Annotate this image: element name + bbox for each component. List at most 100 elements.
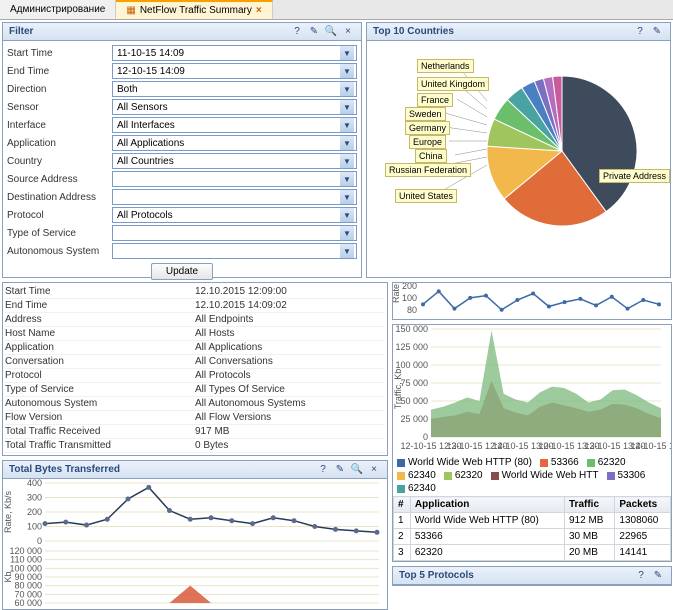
tab-admin[interactable]: Администрирование <box>0 0 116 19</box>
chevron-down-icon: ▼ <box>340 82 354 96</box>
pie-label: Europe <box>409 135 446 149</box>
update-button[interactable]: Update <box>151 263 213 280</box>
top5-title: Top 5 Protocols <box>399 570 474 581</box>
edit-icon[interactable]: ✎ <box>307 25 321 39</box>
close-icon[interactable]: × <box>367 463 381 477</box>
table-row[interactable]: 1World Wide Web HTTP (80)912 MB1308060 <box>394 513 671 529</box>
pie-label: Sweden <box>405 107 446 121</box>
chevron-down-icon: ▼ <box>340 64 354 78</box>
help-icon[interactable]: ? <box>316 463 330 477</box>
svg-text:80: 80 <box>407 305 417 315</box>
filter-row-destination-address: Destination Address ▼ <box>7 189 357 205</box>
filter-select[interactable]: All Protocols▼ <box>112 207 357 223</box>
pie-chart: NetherlandsUnited KingdomFranceSwedenGer… <box>367 41 670 261</box>
table-header: Packets <box>615 497 671 513</box>
tab-bar: Администрирование ▦ NetFlow Traffic Summ… <box>0 0 673 20</box>
filter-row-application: Application All Applications▼ <box>7 135 357 151</box>
filter-label: Interface <box>7 120 112 131</box>
chevron-down-icon: ▼ <box>340 136 354 150</box>
filter-row-protocol: Protocol All Protocols▼ <box>7 207 357 223</box>
filter-select[interactable]: 11-10-15 14:09▼ <box>112 45 357 61</box>
filter-row-sensor: Sensor All Sensors▼ <box>7 99 357 115</box>
filter-select[interactable]: ▼ <box>112 171 357 187</box>
filter-label: Sensor <box>7 102 112 113</box>
legend-item: World Wide Web HTTP (80) <box>397 457 532 468</box>
filter-label: Direction <box>7 84 112 95</box>
chevron-down-icon: ▼ <box>340 172 354 186</box>
filter-select[interactable]: All Sensors▼ <box>112 99 357 115</box>
summary-row: Host NameAll Hosts <box>5 327 385 341</box>
filter-label: Destination Address <box>7 192 112 203</box>
svg-text:100: 100 <box>27 522 42 532</box>
bytes-title: Total Bytes Transferred <box>9 464 120 475</box>
top-countries-title: Top 10 Countries <box>373 26 454 37</box>
legend-item: 62320 <box>587 457 626 468</box>
summary-row: Total Traffic Received917 MB <box>5 425 385 439</box>
svg-text:Traffic, Kb: Traffic, Kb <box>393 369 403 410</box>
svg-text:50 000: 50 000 <box>400 396 428 406</box>
svg-text:400: 400 <box>27 479 42 488</box>
filter-row-interface: Interface All Interfaces▼ <box>7 117 357 133</box>
summary-row: AddressAll Endpoints <box>5 313 385 327</box>
chevron-down-icon: ▼ <box>340 46 354 60</box>
pie-label: Private Address <box>599 169 670 183</box>
svg-text:300: 300 <box>27 493 42 503</box>
filter-row-start-time: Start Time 11-10-15 14:09▼ <box>7 45 357 61</box>
filter-select[interactable]: All Countries▼ <box>112 153 357 169</box>
filter-row-direction: Direction Both▼ <box>7 81 357 97</box>
summary-row: Total Traffic Transmitted0 Bytes <box>5 439 385 453</box>
search-icon[interactable]: 🔍 <box>350 463 364 477</box>
filter-label: Protocol <box>7 210 112 221</box>
filter-select[interactable]: 12-10-15 14:09▼ <box>112 63 357 79</box>
svg-text:75 000: 75 000 <box>400 378 428 388</box>
filter-select[interactable]: Both▼ <box>112 81 357 97</box>
pie-label: United States <box>395 189 457 203</box>
search-icon[interactable]: 🔍 <box>324 25 338 39</box>
close-icon[interactable]: × <box>341 25 355 39</box>
filter-row-type-of-service: Type of Service ▼ <box>7 225 357 241</box>
summary-panel: Start Time12.10.2015 12:09:00End Time12.… <box>2 282 388 456</box>
close-icon[interactable]: × <box>256 5 262 16</box>
help-icon[interactable]: ? <box>633 25 647 39</box>
svg-text:100 000: 100 000 <box>395 360 428 370</box>
filter-row-source-address: Source Address ▼ <box>7 171 357 187</box>
filter-select[interactable]: All Interfaces▼ <box>112 117 357 133</box>
pie-label: Russian Federation <box>385 163 471 177</box>
top-countries-panel: Top 10 Countries ? ✎ NetherlandsUnited K… <box>366 22 671 278</box>
help-icon[interactable]: ? <box>290 25 304 39</box>
edit-icon[interactable]: ✎ <box>651 569 665 583</box>
svg-text:80 000: 80 000 <box>14 581 42 591</box>
svg-text:200: 200 <box>27 507 42 517</box>
table-row[interactable]: 36232020 MB14141 <box>394 545 671 561</box>
table-row[interactable]: 25336630 MB22965 <box>394 529 671 545</box>
filter-row-end-time: End Time 12-10-15 14:09▼ <box>7 63 357 79</box>
filter-label: Type of Service <box>7 228 112 239</box>
legend-item: 62340 <box>397 483 436 494</box>
chevron-down-icon: ▼ <box>340 190 354 204</box>
edit-icon[interactable]: ✎ <box>333 463 347 477</box>
legend-item: 62320 <box>444 470 483 481</box>
help-icon[interactable]: ? <box>634 569 648 583</box>
svg-text:0: 0 <box>37 536 42 546</box>
chevron-down-icon: ▼ <box>340 154 354 168</box>
summary-row: ApplicationAll Applications <box>5 341 385 355</box>
table-header: # <box>394 497 411 513</box>
bytes-panel: Total Bytes Transferred ? ✎ 🔍 × 0 100 200 3… <box>2 460 388 610</box>
svg-text:120 000: 120 000 <box>9 546 42 556</box>
chevron-down-icon: ▼ <box>340 226 354 240</box>
filter-select[interactable]: ▼ <box>112 243 357 259</box>
tab-netflow[interactable]: ▦ NetFlow Traffic Summary × <box>116 0 272 19</box>
legend-item: 62340 <box>397 470 436 481</box>
edit-icon[interactable]: ✎ <box>650 25 664 39</box>
pie-label: United Kingdom <box>417 77 489 91</box>
filter-select[interactable]: All Applications▼ <box>112 135 357 151</box>
filter-row-autonomous-system: Autonomous System ▼ <box>7 243 357 259</box>
legend-item: World Wide Web HTT <box>491 470 599 481</box>
svg-text:60 000: 60 000 <box>14 598 42 608</box>
filter-panel: Filter ? ✎ 🔍 × Start Time 11-10-15 14:09… <box>2 22 362 278</box>
chevron-down-icon: ▼ <box>340 100 354 114</box>
summary-row: Start Time12.10.2015 12:09:00 <box>5 285 385 299</box>
filter-select[interactable]: ▼ <box>112 189 357 205</box>
filter-select[interactable]: ▼ <box>112 225 357 241</box>
summary-row: Flow VersionAll Flow Versions <box>5 411 385 425</box>
